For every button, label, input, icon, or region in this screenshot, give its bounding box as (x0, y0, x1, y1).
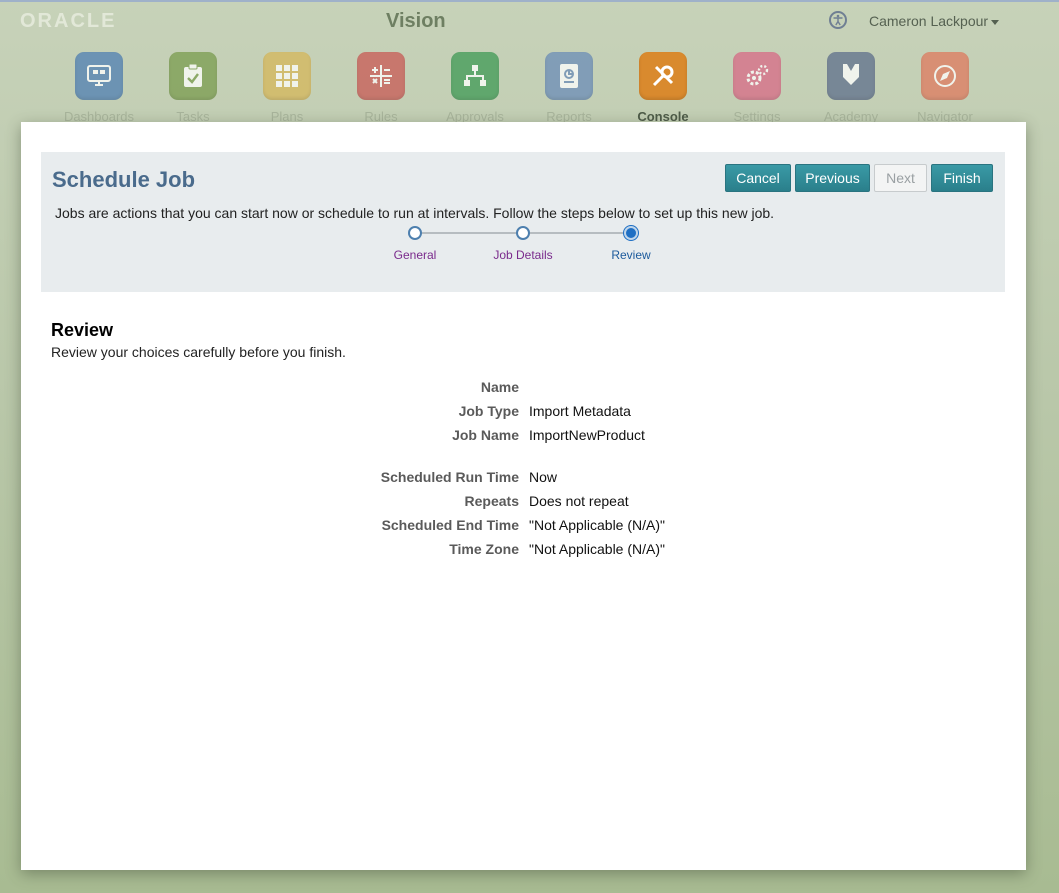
review-label: Time Zone (449, 541, 519, 557)
review-value: "Not Applicable (N/A)" (529, 541, 665, 557)
nav-card-dashboards[interactable]: Dashboards (52, 52, 146, 124)
review-value: Does not repeat (529, 493, 629, 509)
review-label: Name (480, 379, 519, 395)
nav-card-reports[interactable]: Reports (522, 52, 616, 124)
wizard-intro-text: Jobs are actions that you can start now … (55, 205, 775, 221)
clipboard-check-icon (169, 52, 217, 100)
review-row-name: Name (21, 379, 1026, 399)
nav-card-approvals[interactable]: Approvals (428, 52, 522, 124)
train-label-job-details[interactable]: Job Details (493, 248, 552, 262)
chevron-down-icon (991, 19, 1000, 25)
app-header: ORACLE Vision Cameron Lackpour Dashboard… (0, 0, 1059, 124)
header-top-line (0, 0, 1059, 2)
hierarchy-icon (451, 52, 499, 100)
review-row-job-type: Job Type Import Metadata (21, 403, 1026, 423)
train-label-review: Review (611, 248, 651, 262)
train-label-general[interactable]: General (394, 248, 437, 262)
schedule-job-dialog: Schedule Job Cancel Previous Next Finish… (21, 122, 1026, 870)
report-icon (545, 52, 593, 100)
review-subtitle: Review your choices carefully before you… (51, 344, 346, 360)
review-row-scheduled-end-time: Scheduled End Time "Not Applicable (N/A)… (21, 517, 1026, 537)
nav-card-tasks[interactable]: Tasks (146, 52, 240, 124)
review-value: Import Metadata (529, 403, 631, 419)
calculator-icon (357, 52, 405, 100)
nav-card-academy[interactable]: Academy (804, 52, 898, 124)
review-row-time-zone: Time Zone "Not Applicable (N/A)" (21, 541, 1026, 561)
review-value: Now (529, 469, 558, 485)
wizard-header: Schedule Job Cancel Previous Next Finish… (41, 152, 1005, 292)
nav-card-plans[interactable]: Plans (240, 52, 334, 124)
tools-icon (639, 52, 687, 100)
academy-icon (827, 52, 875, 100)
review-row-job-name: Job Name ImportNewProduct (21, 427, 1026, 447)
review-row-repeats: Repeats Does not repeat (21, 493, 1026, 513)
review-label: Scheduled Run Time (380, 469, 519, 485)
grid-icon (263, 52, 311, 100)
app-title: Vision (386, 10, 446, 32)
review-row-scheduled-run-time: Scheduled Run Time Now (21, 469, 1026, 489)
train-stop-general[interactable] (408, 226, 422, 240)
nav-card-settings[interactable]: Settings (710, 52, 804, 124)
gears-icon (733, 52, 781, 100)
review-label: Job Type (458, 403, 519, 419)
review-label: Repeats (464, 493, 519, 509)
nav-card-navigator[interactable]: Navigator (898, 52, 992, 124)
dialog-title: Schedule Job (52, 167, 196, 192)
review-value: ImportNewProduct (529, 427, 645, 443)
nav-card-console[interactable]: Console (616, 52, 710, 124)
train-stop-review (624, 226, 638, 240)
review-label: Job Name (452, 427, 519, 443)
train-stop-job-details[interactable] (516, 226, 530, 240)
compass-icon (921, 52, 969, 100)
accessibility-icon[interactable] (829, 11, 847, 29)
next-button[interactable]: Next (874, 164, 927, 192)
user-menu[interactable]: Cameron Lackpour (869, 13, 1000, 29)
dashboard-icon (75, 52, 123, 100)
oracle-logo: ORACLE (20, 10, 117, 32)
review-heading: Review (51, 320, 114, 340)
user-name: Cameron Lackpour (869, 13, 989, 29)
previous-button[interactable]: Previous (795, 164, 870, 192)
cancel-button[interactable]: Cancel (725, 164, 791, 192)
review-value: "Not Applicable (N/A)" (529, 517, 665, 533)
finish-button[interactable]: Finish (931, 164, 993, 192)
review-label: Scheduled End Time (381, 517, 519, 533)
nav-card-rules[interactable]: Rules (334, 52, 428, 124)
